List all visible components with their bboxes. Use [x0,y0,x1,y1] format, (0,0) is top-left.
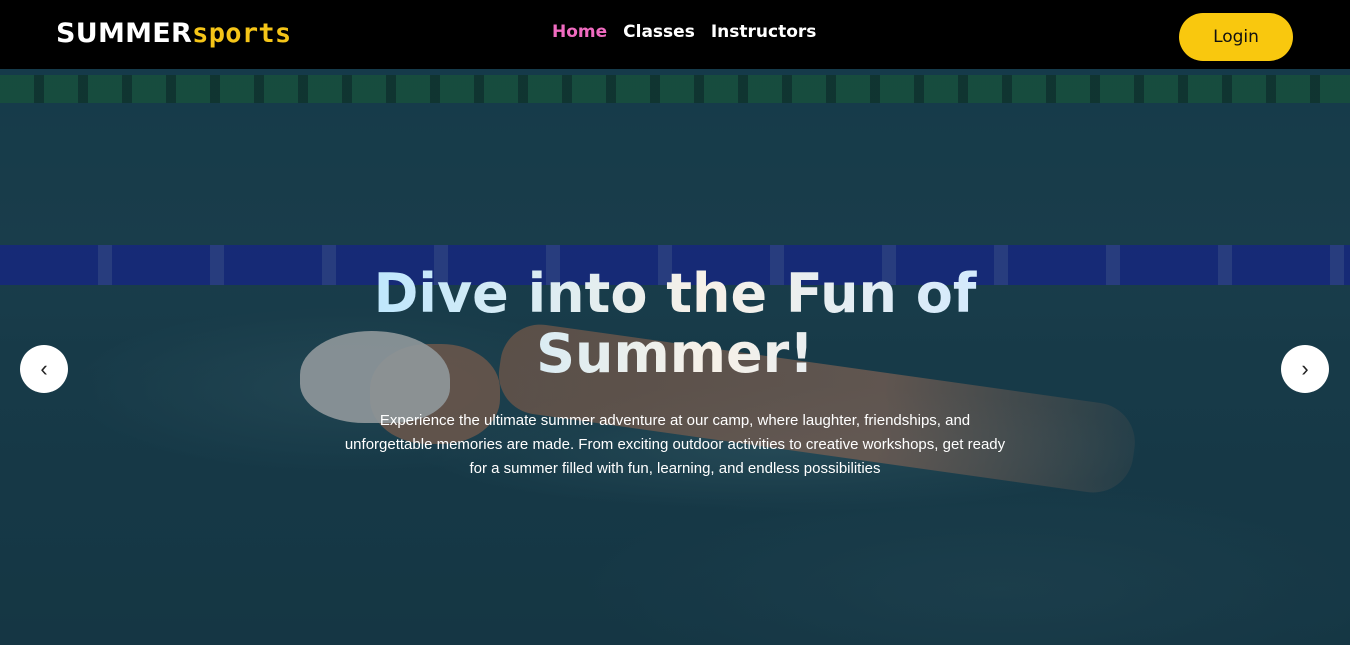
login-button[interactable]: Login [1179,13,1293,61]
nav-home[interactable]: Home [552,22,607,42]
hero-title: Dive into the Fun of Summer! [340,264,1010,384]
carousel-next-button[interactable]: › [1281,345,1329,393]
hero-slide: Dive into the Fun of Summer! Experience … [0,69,1350,645]
navbar: SUMMER sports Home Classes Instructors Lo… [0,0,1350,69]
hero-description: Experience the ultimate summer adventure… [344,412,1006,477]
nav-instructors[interactable]: Instructors [711,22,817,42]
brand-logo[interactable]: SUMMER sports [56,18,292,49]
brand-part-2: sports [192,18,292,49]
chevron-right-icon: › [1301,356,1309,381]
carousel-prev-button[interactable]: ‹ [20,345,68,393]
main-nav: Home Classes Instructors [552,22,816,42]
nav-classes[interactable]: Classes [623,22,695,42]
brand-part-1: SUMMER [56,18,193,49]
chevron-left-icon: ‹ [40,356,48,381]
